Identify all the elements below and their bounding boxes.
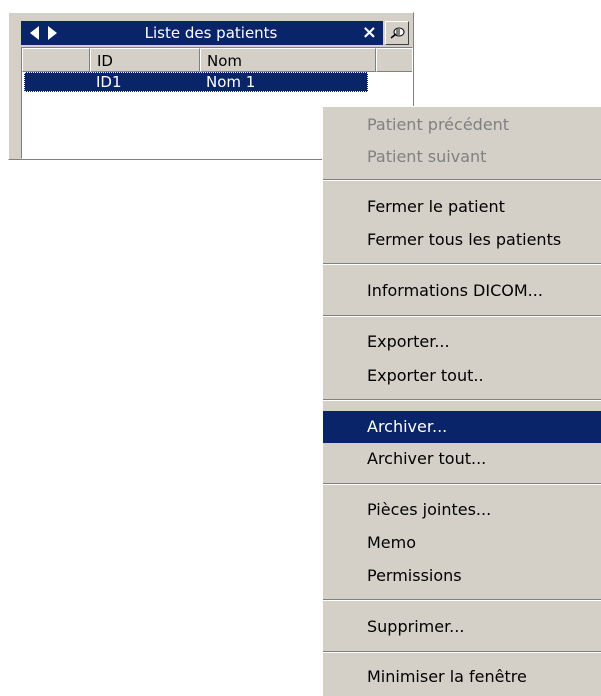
close-icon[interactable]: × bbox=[362, 21, 377, 45]
menu-item-supprimer[interactable]: Supprimer... bbox=[323, 611, 601, 643]
arrow-right-icon[interactable] bbox=[41, 21, 63, 45]
menu-item-pieces-jointes[interactable]: Pièces jointes... bbox=[323, 494, 601, 526]
menu-item-minimiser-fenetre[interactable]: Minimiser la fenêtre bbox=[323, 661, 601, 693]
column-header-id[interactable]: ID bbox=[90, 48, 200, 72]
menu-item-archiver[interactable]: Archiver... bbox=[323, 411, 601, 443]
menu-item-patient-suivant[interactable]: Patient suivant bbox=[323, 141, 601, 173]
menu-separator bbox=[323, 179, 601, 181]
menu-separator bbox=[323, 315, 601, 317]
table-row[interactable]: ID1 Nom 1 bbox=[24, 72, 368, 92]
row-id: ID1 bbox=[96, 73, 122, 91]
column-header-blank[interactable] bbox=[22, 48, 90, 72]
menu-item-fermer-tous[interactable]: Fermer tous les patients bbox=[323, 224, 601, 256]
menu-separator bbox=[323, 263, 601, 265]
menu-separator bbox=[323, 651, 601, 653]
menu-item-fermer-patient[interactable]: Fermer le patient bbox=[323, 191, 601, 223]
panel-titlebar[interactable]: Liste des patients × bbox=[21, 21, 383, 45]
menu-item-permissions[interactable]: Permissions bbox=[323, 560, 601, 592]
context-menu: Patient précédent Patient suivant Fermer… bbox=[322, 106, 601, 696]
menu-separator bbox=[323, 483, 601, 485]
menu-item-memo[interactable]: Memo bbox=[323, 527, 601, 559]
menu-item-archiver-tout[interactable]: Archiver tout... bbox=[323, 443, 601, 475]
column-header-filler bbox=[376, 48, 412, 72]
menu-item-patient-precedent[interactable]: Patient précédent bbox=[323, 109, 601, 141]
column-header-nom[interactable]: Nom bbox=[200, 48, 376, 72]
menu-item-exporter-tout[interactable]: Exporter tout.. bbox=[323, 360, 601, 392]
menu-item-informations-dicom[interactable]: Informations DICOM... bbox=[323, 275, 601, 307]
panel-title: Liste des patients bbox=[144, 24, 278, 42]
menu-item-exporter[interactable]: Exporter... bbox=[323, 326, 601, 358]
row-name: Nom 1 bbox=[206, 73, 256, 91]
pushpin-icon[interactable] bbox=[385, 21, 409, 45]
menu-separator bbox=[323, 399, 601, 401]
menu-separator bbox=[323, 599, 601, 601]
